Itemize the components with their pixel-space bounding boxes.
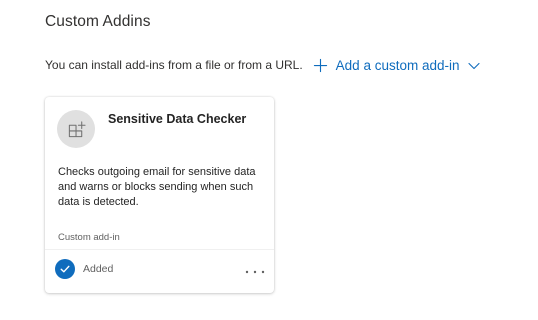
addin-status: Added: [55, 259, 113, 279]
card-divider: [45, 249, 274, 250]
addin-description: Checks outgoing email for sensitive data…: [58, 166, 256, 208]
add-custom-addin-label: Add a custom add-in: [335, 57, 460, 73]
checkmark-icon: [60, 265, 70, 273]
addin-status-text: Added: [83, 263, 114, 275]
addin-grid-icon: [68, 120, 86, 137]
chevron-down-icon: [467, 62, 480, 70]
page-title: Custom Addins: [45, 13, 151, 30]
intro-text: You can install add-ins from a file or f…: [45, 58, 303, 72]
intro-row: You can install add-ins from a file or f…: [45, 55, 480, 75]
plus-icon: [313, 58, 327, 72]
addin-name: Sensitive Data Checker: [108, 112, 247, 126]
addin-icon-circle: [57, 110, 95, 148]
checkmark-circle-icon: [55, 259, 75, 279]
more-options-icon[interactable]: [244, 267, 266, 277]
addin-type-label: Custom add-in: [58, 232, 120, 243]
add-custom-addin-button[interactable]: Add a custom add-in: [313, 58, 480, 73]
addin-card[interactable]: Sensitive Data Checker Checks outgoing e…: [45, 97, 274, 293]
custom-addins-page: Custom Addins You can install add-ins fr…: [0, 0, 538, 320]
